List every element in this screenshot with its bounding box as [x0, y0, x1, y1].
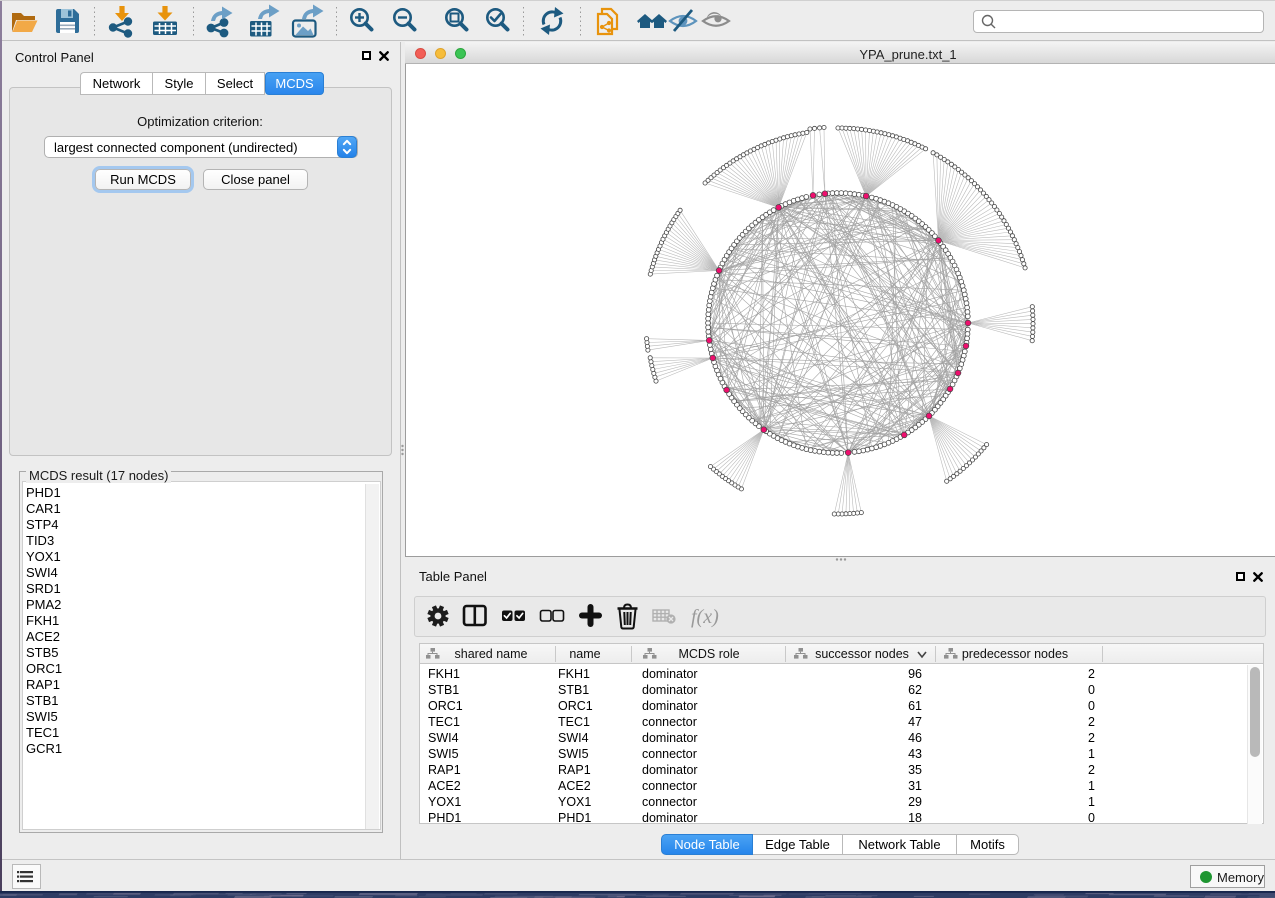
svg-text:f(x): f(x) [691, 606, 719, 628]
